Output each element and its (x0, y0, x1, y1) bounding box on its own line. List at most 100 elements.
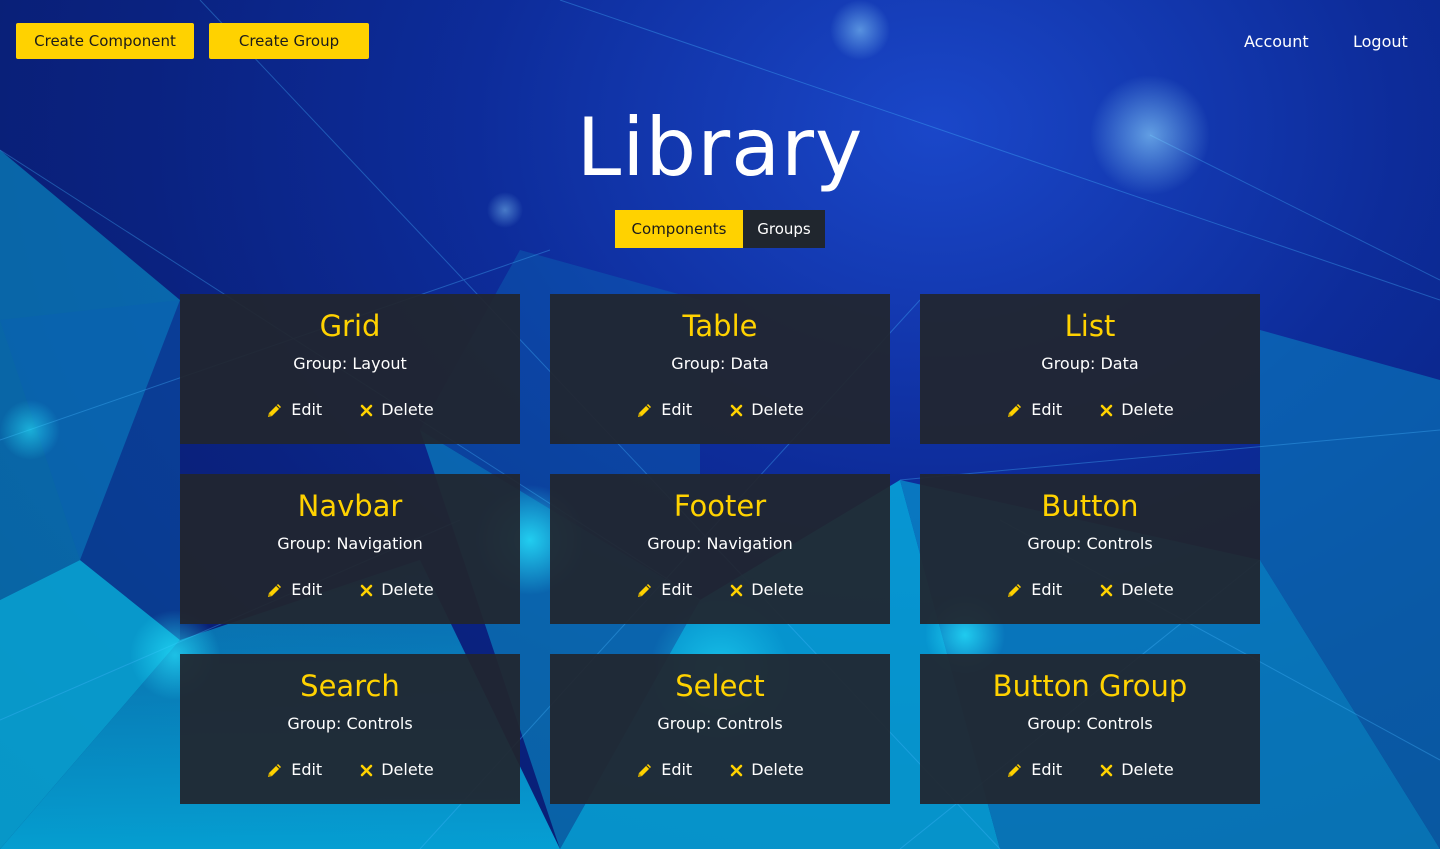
component-card: List Group: Data Edit Delete (920, 294, 1260, 444)
close-icon (1100, 764, 1113, 776)
close-icon (730, 764, 743, 776)
component-name: Table (682, 309, 758, 343)
close-icon (1100, 584, 1113, 596)
card-actions: Edit Delete (550, 399, 890, 421)
delete-button[interactable]: Delete (360, 579, 434, 601)
card-actions: Edit Delete (920, 399, 1260, 421)
delete-label: Delete (1121, 580, 1174, 599)
close-icon (730, 404, 743, 416)
component-name: Grid (319, 309, 381, 343)
component-card: Grid Group: Layout Edit Delete (180, 294, 520, 444)
account-link[interactable]: Account (1244, 31, 1309, 53)
component-card: Select Group: Controls Edit Delete (550, 654, 890, 804)
delete-label: Delete (381, 400, 434, 419)
edit-button[interactable]: Edit (266, 759, 322, 781)
component-group: Group: Controls (1027, 714, 1153, 733)
delete-label: Delete (751, 760, 804, 779)
component-name: Button (1041, 489, 1139, 523)
component-group: Group: Layout (293, 354, 407, 373)
card-actions: Edit Delete (550, 759, 890, 781)
close-icon (360, 584, 373, 596)
edit-button[interactable]: Edit (266, 399, 322, 421)
component-name: Footer (673, 489, 767, 523)
component-name: Button Group (992, 669, 1188, 703)
card-actions: Edit Delete (550, 579, 890, 601)
pencil-icon (268, 583, 282, 597)
tab-components[interactable]: Components (615, 210, 743, 248)
edit-label: Edit (291, 400, 323, 419)
close-icon (730, 584, 743, 596)
pencil-icon (268, 763, 282, 777)
component-card: Table Group: Data Edit Delete (550, 294, 890, 444)
close-icon (1100, 404, 1113, 416)
page-title: Library (576, 101, 864, 194)
component-name: List (1064, 309, 1116, 343)
edit-label: Edit (661, 580, 693, 599)
pencil-icon (1008, 403, 1022, 417)
edit-button[interactable]: Edit (1006, 759, 1062, 781)
pencil-icon (638, 583, 652, 597)
edit-button[interactable]: Edit (266, 579, 322, 601)
card-actions: Edit Delete (920, 579, 1260, 601)
edit-label: Edit (1031, 760, 1063, 779)
component-group: Group: Controls (657, 714, 783, 733)
delete-button[interactable]: Delete (730, 579, 804, 601)
delete-button[interactable]: Delete (730, 759, 804, 781)
edit-button[interactable]: Edit (1006, 399, 1062, 421)
delete-label: Delete (1121, 760, 1174, 779)
edit-label: Edit (1031, 400, 1063, 419)
component-group: Group: Data (1041, 354, 1139, 373)
pencil-icon (638, 403, 652, 417)
component-card: Navbar Group: Navigation Edit Delete (180, 474, 520, 624)
pencil-icon (268, 403, 282, 417)
component-group: Group: Navigation (647, 534, 793, 553)
logout-link[interactable]: Logout (1353, 31, 1408, 53)
delete-button[interactable]: Delete (1100, 579, 1174, 601)
component-grid: Grid Group: Layout Edit Delete Table Gro (180, 294, 1260, 804)
card-actions: Edit Delete (180, 759, 520, 781)
delete-button[interactable]: Delete (1100, 759, 1174, 781)
edit-label: Edit (1031, 580, 1063, 599)
delete-label: Delete (381, 580, 434, 599)
component-name: Search (300, 669, 400, 703)
edit-button[interactable]: Edit (1006, 579, 1062, 601)
card-actions: Edit Delete (920, 759, 1260, 781)
delete-button[interactable]: Delete (1100, 399, 1174, 421)
component-group: Group: Controls (1027, 534, 1153, 553)
tab-groups[interactable]: Groups (743, 210, 825, 248)
edit-button[interactable]: Edit (636, 759, 692, 781)
edit-label: Edit (291, 760, 323, 779)
edit-label: Edit (661, 760, 693, 779)
component-card: Button Group Group: Controls Edit Delete (920, 654, 1260, 804)
top-bar: Create Component Create Group Account Lo… (0, 0, 1440, 80)
card-actions: Edit Delete (180, 579, 520, 601)
card-actions: Edit Delete (180, 399, 520, 421)
component-group: Group: Navigation (277, 534, 423, 553)
component-name: Navbar (297, 489, 403, 523)
delete-button[interactable]: Delete (730, 399, 804, 421)
delete-label: Delete (751, 580, 804, 599)
delete-label: Delete (1121, 400, 1174, 419)
pencil-icon (638, 763, 652, 777)
component-card: Search Group: Controls Edit Delete (180, 654, 520, 804)
component-group: Group: Controls (287, 714, 413, 733)
delete-label: Delete (381, 760, 434, 779)
close-icon (360, 404, 373, 416)
edit-label: Edit (291, 580, 323, 599)
pencil-icon (1008, 763, 1022, 777)
component-name: Select (675, 669, 765, 703)
create-group-button[interactable]: Create Group (209, 23, 369, 59)
component-card: Button Group: Controls Edit Delete (920, 474, 1260, 624)
create-component-button[interactable]: Create Component (16, 23, 194, 59)
delete-button[interactable]: Delete (360, 759, 434, 781)
component-group: Group: Data (671, 354, 769, 373)
component-card: Footer Group: Navigation Edit Delete (550, 474, 890, 624)
close-icon (360, 764, 373, 776)
edit-label: Edit (661, 400, 693, 419)
delete-button[interactable]: Delete (360, 399, 434, 421)
edit-button[interactable]: Edit (636, 579, 692, 601)
library-tabs: Components Groups (615, 210, 825, 248)
pencil-icon (1008, 583, 1022, 597)
delete-label: Delete (751, 400, 804, 419)
edit-button[interactable]: Edit (636, 399, 692, 421)
